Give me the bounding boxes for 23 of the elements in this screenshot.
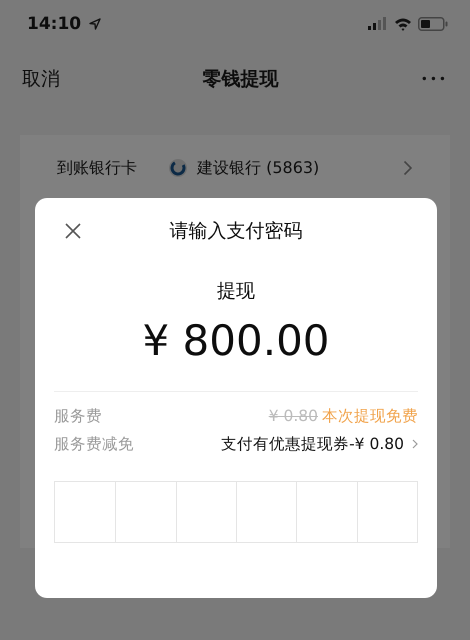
coupon-link[interactable]: 支付有优惠提现券-¥ 0.80 <box>221 434 404 454</box>
cancel-link[interactable]: 取消 <box>22 66 60 92</box>
page-title: 零钱提现 <box>202 67 278 92</box>
location-arrow-icon <box>89 18 102 30</box>
wifi-icon <box>394 17 412 31</box>
bank-name[interactable]: 建设银行 (5863) <box>197 158 403 178</box>
battery-icon <box>418 17 448 31</box>
dialog-title: 请输入支付密码 <box>170 219 302 244</box>
more-button[interactable]: ••• <box>420 72 448 86</box>
amount-text: ¥ 800.00 <box>141 316 331 365</box>
fee-label: 服务费 <box>54 406 102 426</box>
free-fee-text: 本次提现免费 <box>322 406 418 426</box>
signal-icon <box>368 17 388 31</box>
original-fee: ¥ 0.80 <box>268 407 318 425</box>
field-label: 到账银行卡 <box>57 158 138 178</box>
fee-label: 服务费减免 <box>54 434 134 454</box>
close-icon[interactable] <box>64 222 82 240</box>
bank-logo-icon <box>169 159 187 177</box>
chevron-right-icon[interactable] <box>412 439 418 449</box>
chevron-right-icon[interactable] <box>403 160 413 176</box>
withdraw-label: 提现 <box>216 279 256 304</box>
password-field[interactable] <box>54 481 418 543</box>
status-time: 14:10 <box>27 14 82 34</box>
